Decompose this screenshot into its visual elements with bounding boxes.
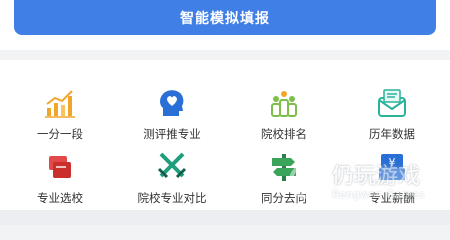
bottom-strip	[0, 210, 450, 225]
grid-item-score-segment[interactable]: 一分一段	[4, 78, 116, 150]
grid-item-label: 历年数据	[369, 127, 415, 141]
grid-item-assessment-major[interactable]: 测评推专业	[116, 78, 228, 150]
grid-item-school-major-compare[interactable]: 院校专业对比	[116, 142, 228, 214]
grid-item-label: 测评推专业	[143, 127, 201, 141]
watermark-logo-icon	[289, 163, 325, 199]
top-area: 智能模拟填报	[0, 0, 450, 50]
ranking-podium-icon	[267, 86, 301, 120]
watermark-subtitle: Rengwan Games	[332, 188, 425, 201]
crossed-swords-icon	[155, 150, 189, 184]
grid-item-label: 院校排名	[261, 127, 307, 141]
grid-item-label: 院校专业对比	[137, 191, 207, 205]
bar-chart-icon	[43, 86, 77, 120]
grid-item-label: 专业选校	[37, 191, 83, 205]
watermark-title: 仍玩游戏	[332, 164, 421, 189]
watermark: 仍玩游戏 Rengwan Games	[288, 158, 438, 208]
mail-envelope-icon	[375, 86, 409, 120]
head-heart-icon	[155, 86, 189, 120]
grid-item-label: 一分一段	[37, 127, 83, 141]
grid-item-major-school-select[interactable]: 专业选校	[4, 142, 116, 214]
smart-simulate-fill-button[interactable]: 智能模拟填报	[14, 0, 436, 35]
grid-item-past-data[interactable]: 历年数据	[336, 78, 448, 150]
books-icon	[43, 150, 77, 184]
grid-item-school-ranking[interactable]: 院校排名	[228, 78, 340, 150]
